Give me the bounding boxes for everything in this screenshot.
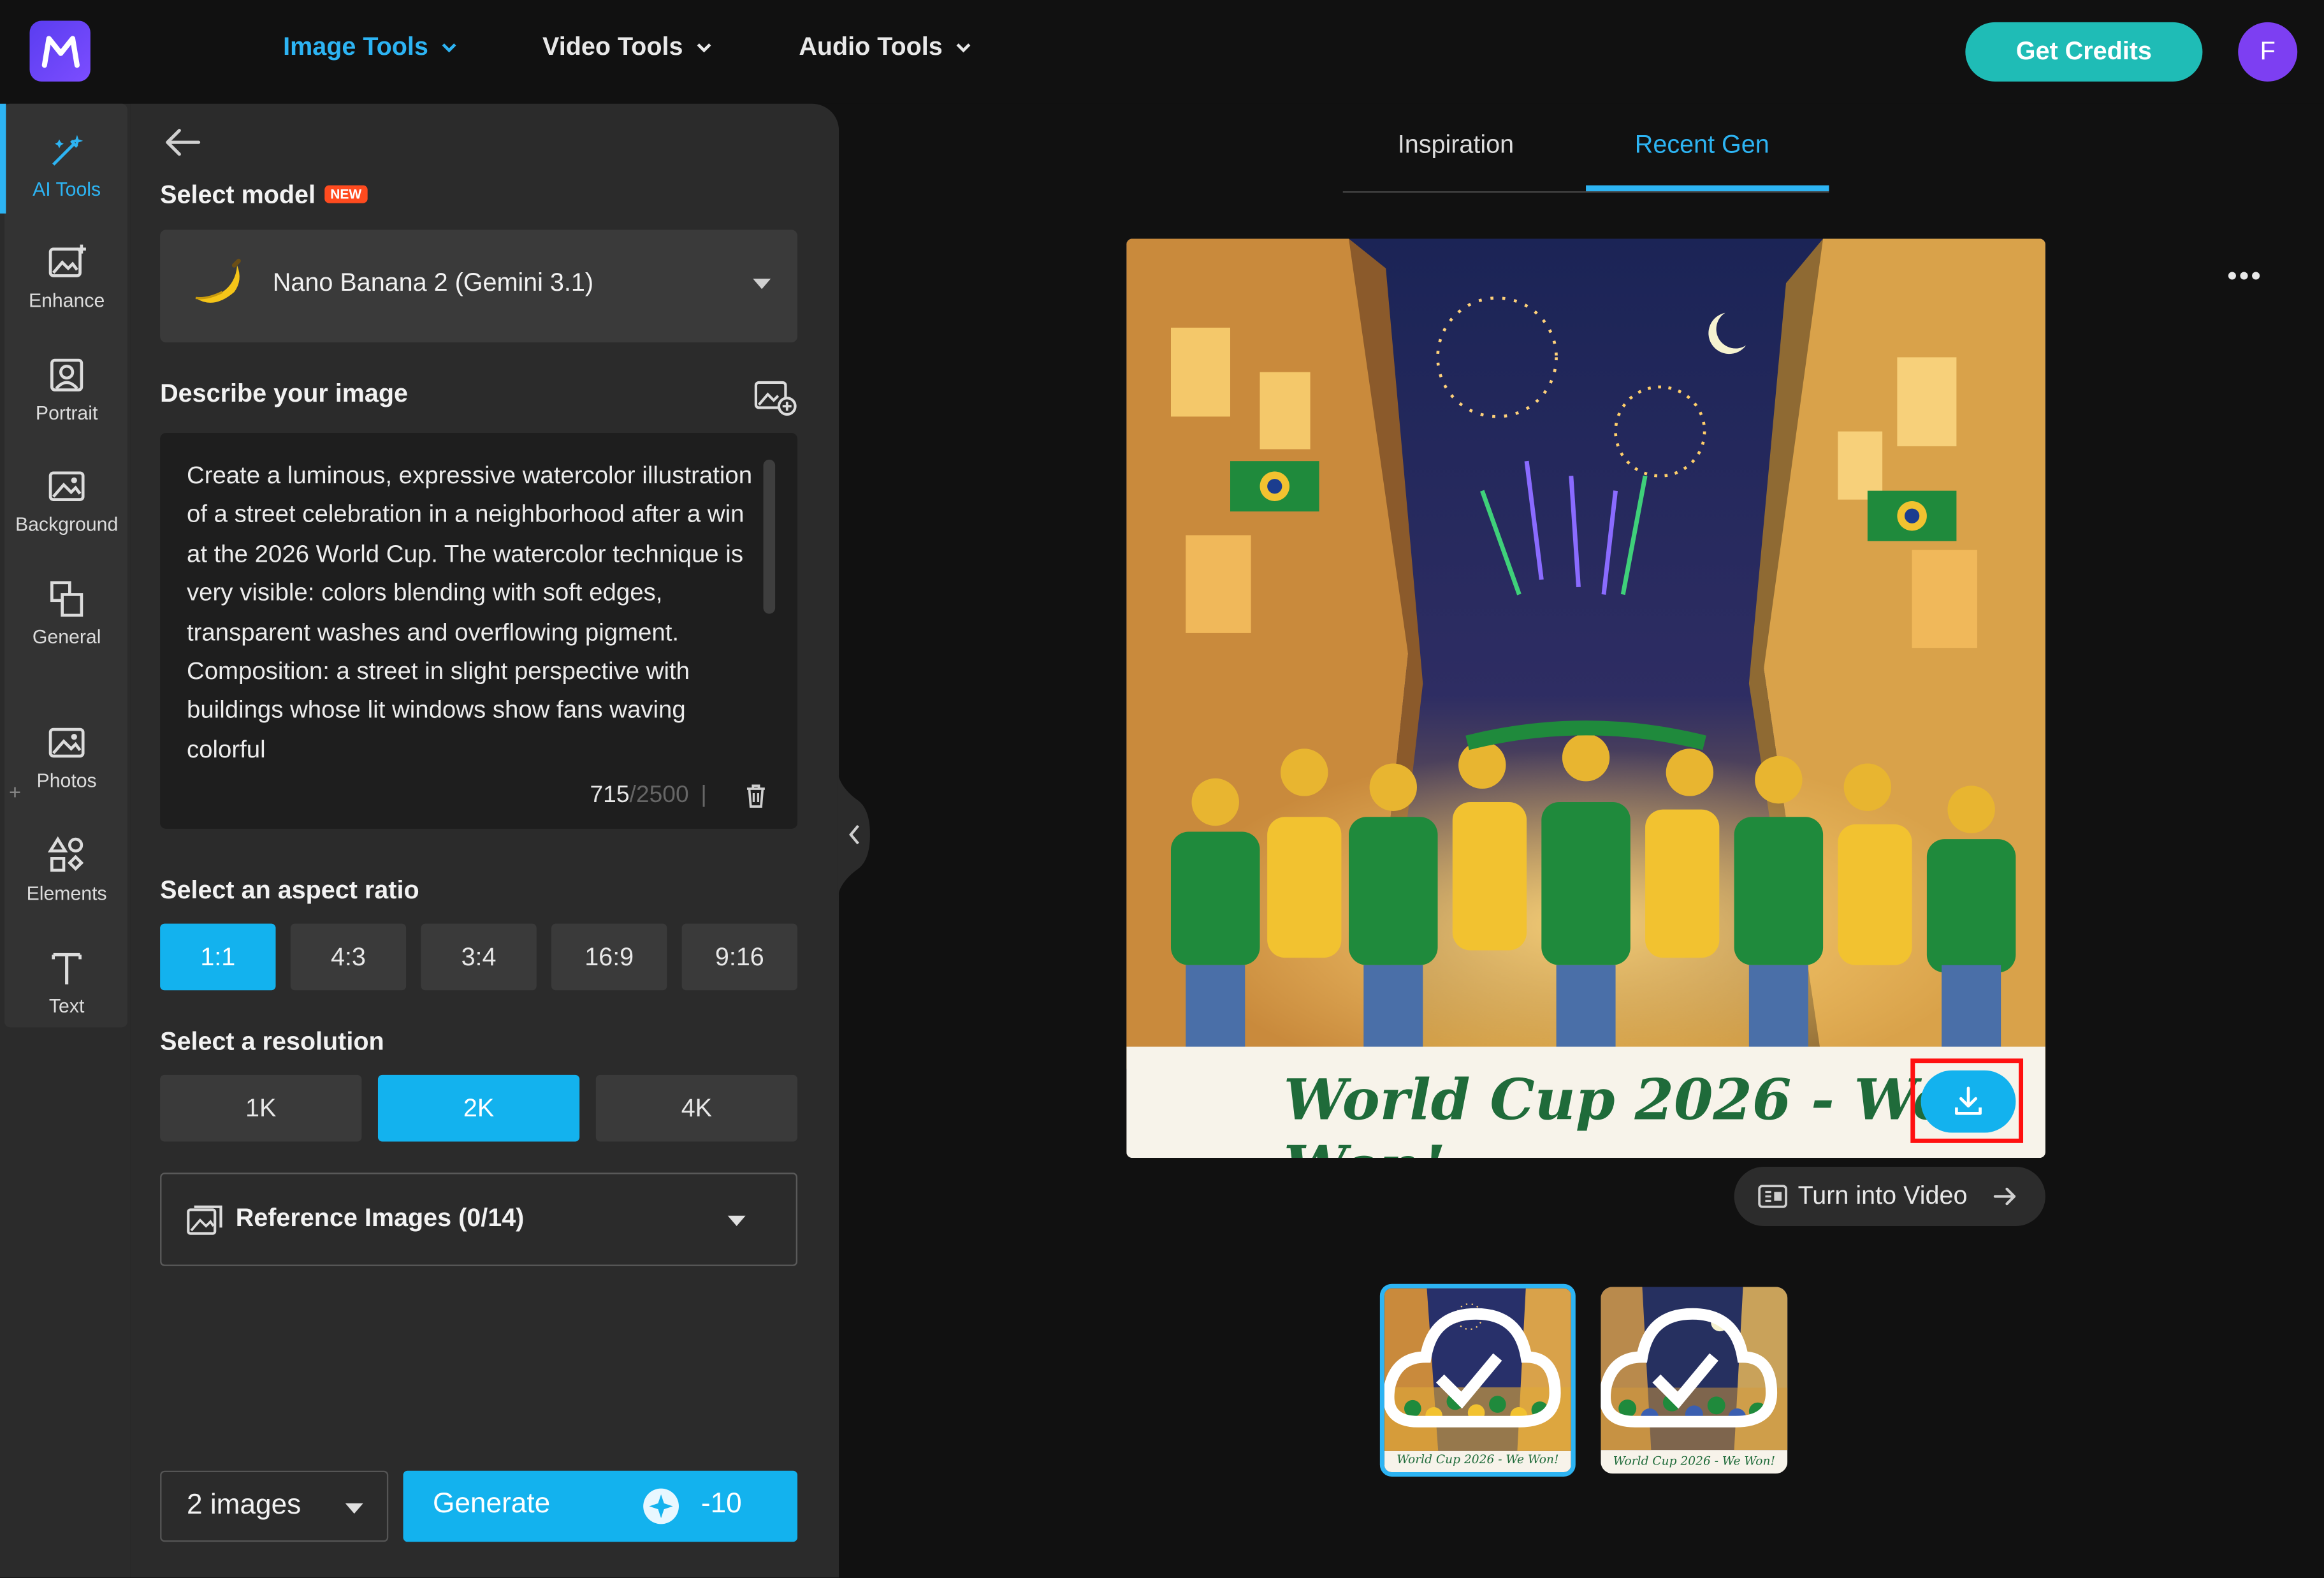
- rail-item-label: Photos: [36, 768, 97, 791]
- rail-item-text[interactable]: Text: [0, 926, 133, 1036]
- top-nav-bar: Image Tools Video Tools Audio Tools Get …: [0, 0, 2324, 104]
- aspect-9-16-button[interactable]: 9:16: [681, 923, 798, 991]
- tab-inspiration[interactable]: Inspiration: [1398, 131, 1514, 161]
- logo-icon: [41, 35, 79, 68]
- rail-item-label: Background: [15, 512, 119, 535]
- rail-item-portrait[interactable]: Portrait: [0, 333, 133, 443]
- nav-video-tools[interactable]: Video Tools: [542, 33, 713, 62]
- select-model-heading: Select model NEW: [160, 180, 368, 211]
- more-options-icon[interactable]: [2223, 264, 2265, 288]
- chevron-down-icon: [697, 43, 711, 53]
- aspect-16-9-button[interactable]: 16:9: [551, 923, 667, 991]
- turn-into-video-label: Turn into Video: [1797, 1181, 1968, 1210]
- video-icon: [1758, 1185, 1787, 1208]
- photos-icon: [48, 727, 85, 757]
- rail-item-label: Portrait: [35, 400, 98, 423]
- rail-item-elements[interactable]: Elements: [0, 814, 133, 924]
- general-icon: [50, 580, 84, 617]
- caret-down-icon: [345, 1503, 363, 1514]
- generate-cost: -10: [701, 1488, 742, 1520]
- caret-down-icon: [753, 279, 771, 289]
- reference-images-dropdown[interactable]: Reference Images (0/14): [160, 1173, 798, 1266]
- prompt-scrollbar[interactable]: [763, 459, 776, 614]
- model-name: Nano Banana 2 (Gemini 3.1): [272, 268, 594, 297]
- user-avatar[interactable]: F: [2238, 22, 2298, 82]
- aspect-1-1-button[interactable]: 1:1: [160, 923, 276, 991]
- describe-image-heading: Describe your image: [160, 379, 409, 408]
- reference-images-label: Reference Images (0/14): [235, 1204, 525, 1232]
- rail-item-enhance[interactable]: Enhance: [0, 221, 133, 330]
- tabs-divider: [1342, 191, 1829, 193]
- tool-rail: AI Tools Enhance Portrait Background Gen…: [0, 103, 133, 1578]
- active-tab-indicator: [1586, 185, 1829, 191]
- char-count: 715: [590, 782, 630, 808]
- enhance-icon: [48, 244, 86, 277]
- cloud-check-icon: [1384, 1308, 1561, 1428]
- download-button[interactable]: [1921, 1070, 2016, 1133]
- trash-icon[interactable]: [744, 783, 767, 810]
- banana-icon: [195, 258, 241, 303]
- chevron-down-icon: [442, 43, 456, 53]
- rail-item-label: Elements: [26, 881, 107, 904]
- generated-image-preview[interactable]: World Cup 2026 - We Won!: [1126, 238, 2045, 1158]
- char-counter: 715/2500 |: [590, 782, 707, 808]
- new-badge: NEW: [324, 185, 368, 203]
- prompt-text[interactable]: Create a luminous, expressive watercolor…: [187, 457, 765, 768]
- magic-wand-icon: [52, 134, 84, 165]
- nav-audio-tools[interactable]: Audio Tools: [799, 33, 972, 62]
- text-icon: [52, 952, 82, 984]
- image-count-label: 2 images: [186, 1489, 301, 1521]
- prompt-textarea[interactable]: Create a luminous, expressive watercolor…: [160, 432, 798, 829]
- generate-button[interactable]: Generate -10: [403, 1470, 798, 1542]
- cloud-check-icon: [1601, 1308, 1778, 1428]
- nav-audio-tools-label: Audio Tools: [799, 33, 943, 61]
- credit-icon: [643, 1488, 679, 1524]
- arrow-right-icon: [1993, 1187, 2016, 1206]
- nav-video-tools-label: Video Tools: [542, 33, 683, 61]
- collapse-panel-button[interactable]: [837, 768, 870, 902]
- resolution-1k-button[interactable]: 1K: [160, 1074, 362, 1142]
- caret-down-icon: [727, 1215, 746, 1227]
- rail-item-ai-tools[interactable]: AI Tools: [0, 110, 133, 219]
- nav-image-tools[interactable]: Image Tools: [283, 33, 458, 62]
- app-logo[interactable]: [29, 20, 91, 82]
- rail-item-label: Enhance: [28, 288, 105, 311]
- chevron-down-icon: [956, 43, 971, 53]
- resolution-heading: Select a resolution: [160, 1027, 384, 1056]
- generated-image: [1126, 238, 2045, 1158]
- image-count-dropdown[interactable]: 2 images: [160, 1470, 389, 1542]
- portrait-icon: [50, 358, 84, 391]
- aspect-3-4-button[interactable]: 3:4: [421, 923, 537, 991]
- get-credits-button[interactable]: Get Credits: [1965, 22, 2203, 82]
- resolution-2k-button[interactable]: 2K: [377, 1074, 580, 1142]
- back-arrow-icon[interactable]: [160, 124, 205, 160]
- ai-tools-panel: Select model NEW Nano Banana 2 (Gemini 3.…: [130, 103, 839, 1578]
- select-model-label: Select model: [160, 180, 316, 209]
- turn-into-video-button[interactable]: Turn into Video: [1734, 1167, 2045, 1227]
- generate-label: Generate: [432, 1488, 551, 1520]
- image-upload-icon[interactable]: [753, 378, 797, 416]
- tab-recent-gen[interactable]: Recent Gen: [1635, 131, 1769, 161]
- rail-item-background[interactable]: Background: [0, 445, 133, 555]
- aspect-4-3-button[interactable]: 4:3: [290, 923, 407, 991]
- rail-item-label: General: [32, 625, 101, 647]
- reference-images-icon: [187, 1205, 222, 1235]
- thumbnail-1[interactable]: World Cup 2026 - We Won!: [1379, 1283, 1576, 1477]
- download-icon: [1955, 1086, 1982, 1115]
- char-max: /2500: [629, 782, 689, 808]
- aspect-ratio-heading: Select an aspect ratio: [160, 876, 419, 905]
- rail-item-label: Text: [48, 994, 85, 1016]
- resolution-4k-button[interactable]: 4K: [595, 1074, 798, 1142]
- nav-image-tools-label: Image Tools: [283, 33, 428, 61]
- model-dropdown[interactable]: Nano Banana 2 (Gemini 3.1): [160, 230, 798, 343]
- rail-item-label: AI Tools: [33, 177, 101, 200]
- background-icon: [48, 471, 85, 500]
- rail-item-general[interactable]: General: [0, 557, 133, 667]
- rail-item-photos[interactable]: Photos: [0, 701, 133, 811]
- elements-icon: [47, 835, 84, 872]
- thumbnail-2[interactable]: World Cup 2026 - We Won!: [1601, 1287, 1788, 1474]
